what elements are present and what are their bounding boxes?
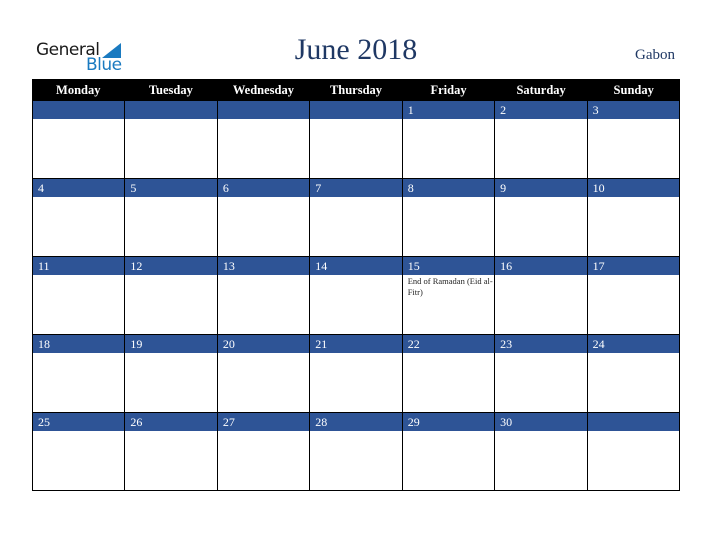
weekday-header: Monday [56, 83, 101, 97]
day-cell[interactable]: 13 [217, 257, 311, 334]
day-number [33, 101, 125, 119]
day-number: 10 [587, 179, 679, 197]
day-cell[interactable]: 4 [33, 179, 126, 256]
calendar-title: June 2018 [294, 33, 418, 66]
day-cell[interactable]: 17 [587, 257, 680, 334]
day-cell[interactable] [217, 101, 311, 178]
weeks-container: 1 2 3 4 5 6 7 8 9 10 11 12 13 14 15 End of Ramadan (Eid… [32, 101, 680, 491]
weekday-header: Thursday [329, 83, 383, 97]
day-number: 20 [217, 335, 310, 353]
day-number: 1 [402, 101, 495, 119]
day-number: 19 [125, 335, 217, 353]
day-number: 28 [310, 413, 402, 431]
day-number: 21 [310, 335, 402, 353]
day-cell[interactable]: 16 [495, 257, 588, 334]
day-number: 24 [587, 335, 679, 353]
weekday-header: Friday [430, 83, 467, 97]
week-row: 123 [32, 101, 680, 179]
day-number: 5 [125, 179, 217, 197]
day-cell[interactable] [125, 101, 218, 178]
holiday-event: End of Ramadan (Eid al-Fitr) [407, 276, 493, 297]
day-number [217, 101, 310, 119]
day-cell[interactable]: 22 [402, 335, 496, 412]
day-cell[interactable]: 14 [310, 257, 403, 334]
day-cell[interactable] [310, 101, 403, 178]
day-cell[interactable]: 9 [495, 179, 588, 256]
day-number: 15 [402, 257, 495, 275]
week-row: 4 5 6 7 8 9 10 [32, 179, 680, 257]
day-number: 11 [33, 257, 125, 275]
day-cell[interactable]: 8 [402, 179, 496, 256]
day-cell[interactable]: 18 [33, 335, 126, 412]
day-cell[interactable]: 10 [587, 179, 680, 256]
day-number: 7 [310, 179, 402, 197]
country-label: Gabon [635, 47, 675, 63]
weekday-header: Sunday [613, 83, 654, 97]
day-number: 22 [402, 335, 495, 353]
day-number: 18 [33, 335, 125, 353]
weekday-header: Wednesday [232, 83, 294, 97]
weekday-header-row: Monday Tuesday Wednesday Thursday Friday… [32, 79, 680, 101]
day-number: 9 [495, 179, 587, 197]
day-number: 14 [310, 257, 402, 275]
day-number: 16 [495, 257, 587, 275]
day-cell[interactable]: 23 [495, 335, 588, 412]
day-number: 4 [33, 179, 125, 197]
day-cell[interactable] [587, 413, 680, 490]
day-cell[interactable]: 2 [495, 101, 588, 178]
day-cell[interactable]: 25 [33, 413, 126, 490]
day-cell[interactable]: 27 [217, 413, 311, 490]
day-cell[interactable]: 19 [125, 335, 218, 412]
day-cell[interactable]: 5 [125, 179, 218, 256]
day-cell[interactable]: 12 [125, 257, 218, 334]
day-number: 30 [495, 413, 587, 431]
day-cell[interactable]: 29 [402, 413, 496, 490]
day-cell[interactable]: 26 [125, 413, 218, 490]
week-row: 25 26 27 28 29 30 [32, 413, 680, 491]
day-cell[interactable]: 30 [495, 413, 588, 490]
day-number: 2 [495, 101, 587, 119]
day-number: 29 [402, 413, 495, 431]
day-number: 26 [125, 413, 217, 431]
day-cell[interactable]: 15 End of Ramadan (Eid al-Fitr) [402, 257, 496, 334]
day-cell[interactable]: 6 [217, 179, 311, 256]
day-cell[interactable]: 3 [587, 101, 680, 178]
day-number: 6 [217, 179, 310, 197]
day-cell[interactable]: 7 [310, 179, 403, 256]
day-number [587, 413, 679, 431]
week-row: 11 12 13 14 15 End of Ramadan (Eid al-Fitr) 16… [32, 257, 680, 335]
day-number: 25 [33, 413, 125, 431]
day-number: 3 [587, 101, 679, 119]
week-row: 18 19 20 21 22 23 24 [32, 335, 680, 413]
day-cell[interactable]: 24 [587, 335, 680, 412]
day-number: 13 [217, 257, 310, 275]
day-number: 23 [495, 335, 587, 353]
day-number: 12 [125, 257, 217, 275]
weekday-header: Saturday [516, 83, 566, 97]
day-number: 17 [587, 257, 679, 275]
day-cell[interactable] [33, 101, 126, 178]
day-cell[interactable]: 11 [33, 257, 126, 334]
day-number: 27 [217, 413, 310, 431]
day-cell[interactable]: 28 [310, 413, 403, 490]
day-cell[interactable]: 1 [402, 101, 496, 178]
calendar-grid: Monday Tuesday Wednesday Thursday Friday… [32, 79, 680, 491]
day-number: 8 [402, 179, 495, 197]
day-cell[interactable]: 20 [217, 335, 311, 412]
day-cell[interactable]: 21 [310, 335, 403, 412]
day-number [310, 101, 402, 119]
weekday-header: Tuesday [148, 83, 193, 97]
day-number [125, 101, 217, 119]
